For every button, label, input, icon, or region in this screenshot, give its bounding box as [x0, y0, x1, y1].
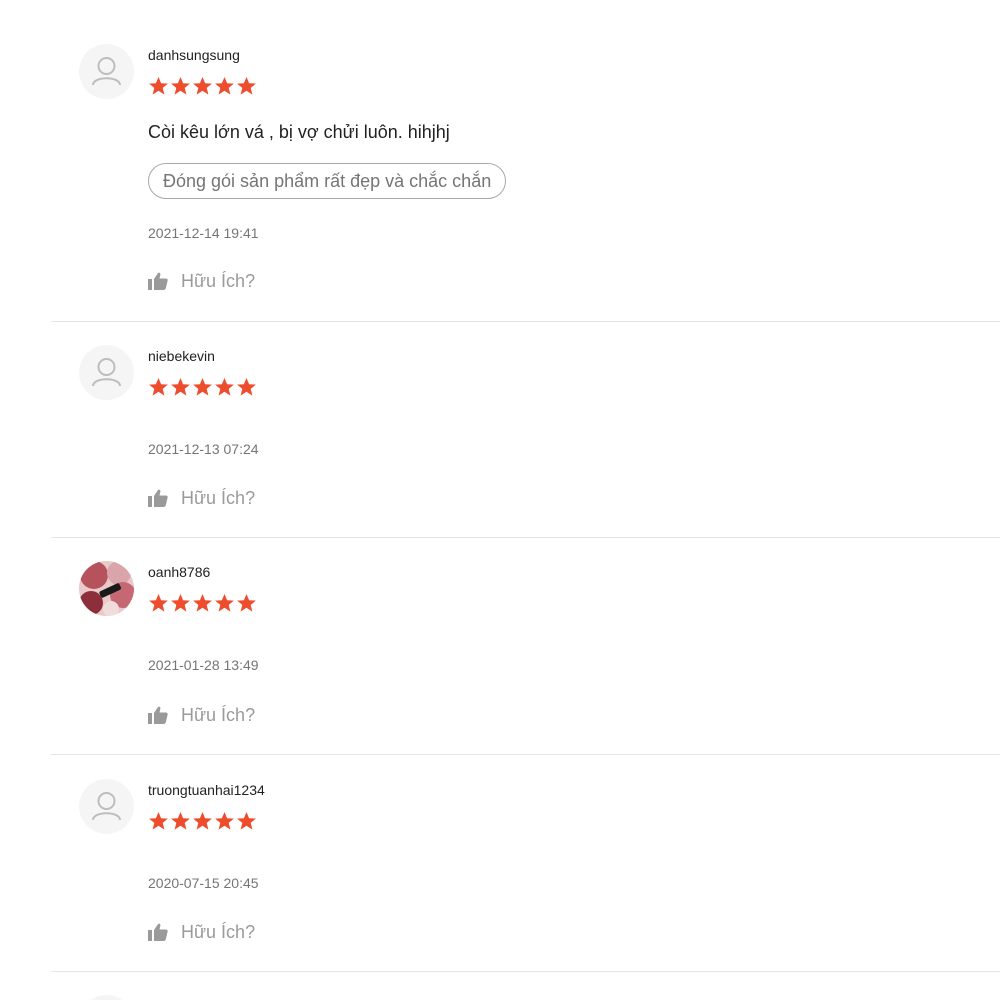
thumbs-up-icon [148, 923, 168, 941]
thumbs-up-icon [148, 272, 168, 290]
star-icon [237, 378, 256, 396]
star-icon [193, 77, 212, 95]
avatar[interactable] [79, 561, 134, 616]
star-icon [237, 812, 256, 830]
avatar[interactable] [79, 345, 134, 400]
star-icon [215, 812, 234, 830]
star-rating [148, 76, 257, 96]
avatar[interactable] [79, 779, 134, 834]
helpful-button[interactable]: Hữu Ích? [148, 704, 255, 726]
helpful-button[interactable]: Hữu Ích? [148, 487, 255, 509]
reviewer-username[interactable]: danhsungsung [148, 47, 240, 63]
helpful-button[interactable]: Hữu Ích? [148, 270, 255, 292]
lipstick-photo [79, 561, 134, 616]
thumbs-up-icon [148, 489, 168, 507]
user-icon [92, 57, 121, 86]
review-timestamp: 2021-01-28 13:49 [148, 657, 259, 673]
star-icon [237, 594, 256, 612]
star-icon [149, 594, 168, 612]
star-icon [237, 77, 256, 95]
helpful-label: Hữu Ích? [181, 704, 256, 725]
helpful-label: Hữu Ích? [181, 270, 256, 291]
reviewer-username[interactable]: truongtuanhai1234 [148, 782, 265, 798]
star-icon [171, 812, 190, 830]
divider [51, 971, 1000, 972]
star-icon [215, 378, 234, 396]
star-icon [193, 594, 212, 612]
star-icon [215, 594, 234, 612]
helpful-label: Hữu Ích? [181, 487, 256, 508]
reviewer-username[interactable]: oanh8786 [148, 564, 210, 580]
divider [51, 321, 1000, 322]
star-icon [193, 812, 212, 830]
star-rating [148, 593, 257, 613]
divider [51, 537, 1000, 538]
star-icon [171, 378, 190, 396]
review-comment: Còi kêu lớn vá , bị vợ chửi luôn. hihjhj [148, 122, 450, 142]
avatar[interactable] [79, 44, 134, 99]
review-list: danhsungsung Còi kêu lớn vá , bị vợ chửi… [0, 0, 1000, 1000]
helpful-button[interactable]: Hữu Ích? [148, 921, 255, 943]
star-icon [193, 378, 212, 396]
review-tag: Đóng gói sản phẩm rất đẹp và chắc chắn [148, 163, 507, 199]
star-icon [149, 378, 168, 396]
review-timestamp: 2021-12-13 07:24 [148, 441, 259, 457]
star-icon [171, 594, 190, 612]
divider [51, 754, 1000, 755]
thumbs-up-icon [148, 706, 168, 724]
star-rating [148, 377, 257, 397]
review-timestamp: 2020-07-15 20:45 [148, 875, 259, 891]
reviewer-username[interactable]: niebekevin [148, 348, 215, 364]
star-rating [148, 811, 257, 831]
star-icon [149, 812, 168, 830]
star-icon [171, 77, 190, 95]
helpful-label: Hữu Ích? [181, 921, 256, 942]
user-icon [92, 792, 121, 821]
star-icon [149, 77, 168, 95]
user-icon [92, 358, 121, 387]
avatar[interactable] [79, 995, 134, 1000]
star-icon [215, 77, 234, 95]
review-timestamp: 2021-12-14 19:41 [148, 225, 259, 241]
